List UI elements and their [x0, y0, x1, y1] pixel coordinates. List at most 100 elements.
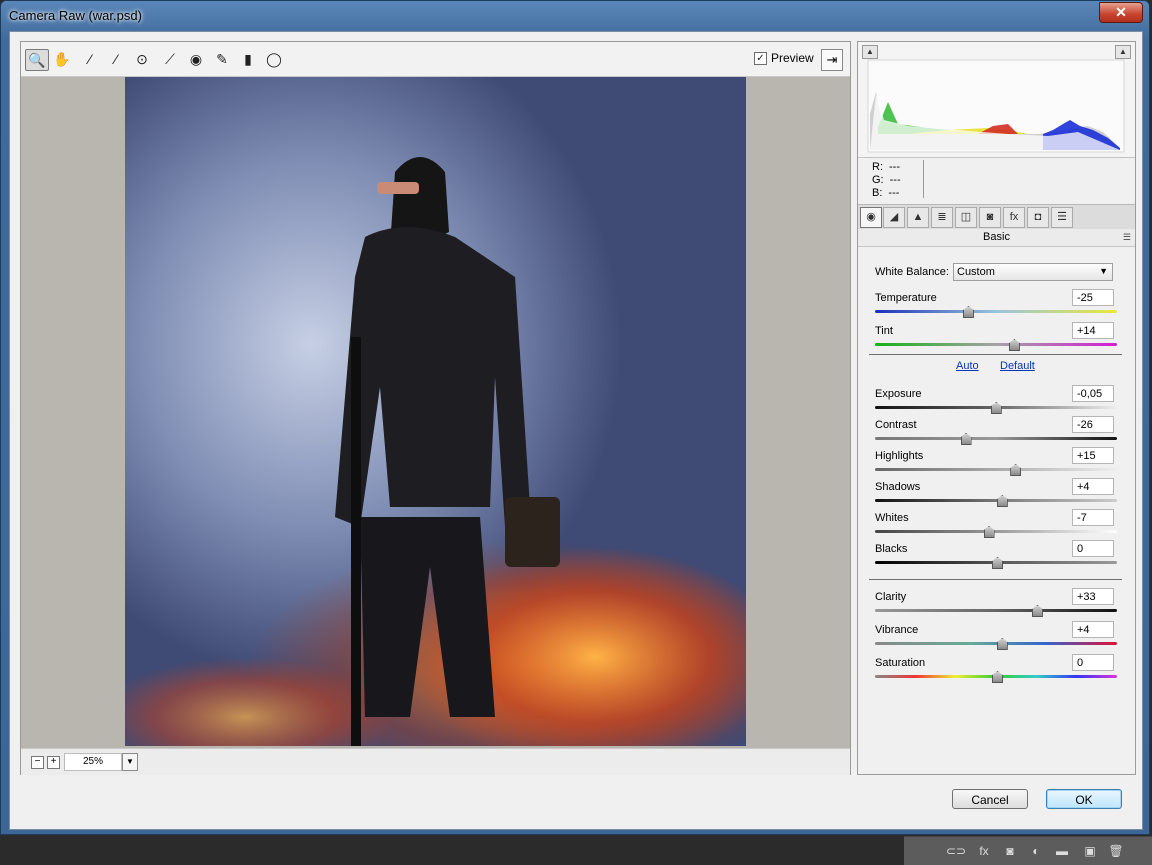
graduated-filter-icon: ▮	[244, 51, 252, 67]
white-balance-row: White Balance: Custom ▼	[875, 262, 1120, 282]
section-divider	[869, 354, 1122, 355]
panel-menu-icon[interactable]: ☰	[1123, 229, 1131, 246]
radial-filter-icon: ◯	[266, 51, 282, 67]
g-value: ---	[889, 174, 901, 186]
blacks-value-field[interactable]: 0	[1072, 540, 1114, 557]
contrast-value-field[interactable]: -26	[1072, 416, 1114, 433]
saturation-value-field[interactable]: 0	[1072, 654, 1114, 671]
clarity-track[interactable]	[875, 609, 1117, 612]
tab-split-toning[interactable]: ◫	[955, 207, 977, 228]
contrast-track[interactable]	[875, 437, 1117, 440]
radial-filter-tool[interactable]: ◯	[263, 49, 285, 69]
whites-label: Whites	[875, 512, 909, 524]
blacks-control: Blacks 0	[875, 540, 1117, 575]
tint-value-field[interactable]: +14	[1072, 322, 1114, 339]
fullscreen-icon: ⇥	[826, 52, 838, 67]
tint-track[interactable]	[875, 343, 1117, 346]
tab-detail[interactable]: ▲	[907, 207, 929, 228]
blacks-slider-thumb[interactable]	[992, 557, 1003, 569]
ok-button[interactable]: OK	[1046, 789, 1122, 809]
highlights-slider-thumb[interactable]	[1010, 464, 1022, 476]
temperature-value-field[interactable]: -25	[1072, 289, 1114, 306]
preview-toggle[interactable]: ✓ Preview	[754, 51, 814, 65]
tab-presets[interactable]: ☰	[1051, 207, 1073, 228]
b-label: B:	[872, 187, 883, 199]
graduated-filter-tool[interactable]: ▮	[237, 49, 259, 69]
tint-slider-thumb[interactable]	[1008, 339, 1020, 351]
adjustment-layer-icon[interactable]: ◐	[1028, 843, 1044, 859]
status-bar: − + 25% ▼	[21, 748, 850, 775]
exposure-value-field[interactable]: -0,05	[1072, 385, 1114, 402]
clarity-value-field[interactable]: +33	[1072, 588, 1114, 605]
default-link[interactable]: Default	[1000, 360, 1035, 372]
new-layer-icon[interactable]: ▣	[1082, 843, 1098, 859]
tool-bar: 🔍 ✋ ⁄ ⁄ ⊙ ⟋ ◉ ✎ ▮ ◯ ✓ Preview ⇥	[21, 42, 850, 77]
white-balance-tool[interactable]: ⁄	[79, 49, 101, 69]
whites-value-field[interactable]: -7	[1072, 509, 1114, 526]
photoshop-layers-footer: ⊂⊃ fx ◙ ◐ ▬ ▣ 🗑	[904, 836, 1152, 865]
adjustment-brush-tool[interactable]: ✎	[211, 49, 233, 69]
close-button[interactable]: ✕	[1099, 2, 1143, 23]
hand-tool[interactable]: ✋	[51, 49, 73, 69]
temperature-label: Temperature	[875, 292, 937, 304]
tint-control: Tint +14	[875, 322, 1117, 357]
delete-layer-icon[interactable]: 🗑	[1108, 843, 1124, 859]
red-eye-tool[interactable]: ◉	[185, 49, 207, 69]
chevron-down-icon: ▼	[1099, 266, 1108, 276]
contrast-slider-thumb[interactable]	[960, 433, 972, 445]
tab-hsl[interactable]: ≣	[931, 207, 953, 228]
panel-tabs: ◉ ◢ ▲ ≣ ◫ ◙ fx ◘ ☰	[858, 204, 1135, 230]
shadows-value-field[interactable]: +4	[1072, 478, 1114, 495]
saturation-slider-thumb[interactable]	[992, 671, 1003, 683]
adjustments-panel: ▲ ▲ R: --- G: --- B: --- ◉ ◢ ▲ ≣ ◫ ◙ fx …	[857, 41, 1136, 775]
rgb-readout: R: --- G: --- B: ---	[858, 158, 1135, 202]
image-canvas[interactable]	[21, 77, 850, 747]
highlights-track[interactable]	[875, 468, 1117, 471]
targeted-adjustment-tool[interactable]: ⊙	[131, 49, 153, 69]
temperature-track[interactable]	[875, 310, 1117, 313]
zoom-tool[interactable]: 🔍	[25, 49, 49, 71]
cancel-button[interactable]: Cancel	[952, 789, 1028, 809]
preview-panel: 🔍 ✋ ⁄ ⁄ ⊙ ⟋ ◉ ✎ ▮ ◯ ✓ Preview ⇥ − + 25% …	[20, 41, 851, 775]
color-sampler-tool[interactable]: ⁄	[105, 49, 127, 69]
tab-tone-curve[interactable]: ◢	[883, 207, 905, 228]
vibrance-track[interactable]	[875, 642, 1117, 645]
histogram-graph	[867, 59, 1125, 153]
preview-image	[125, 77, 746, 746]
whites-slider-thumb[interactable]	[983, 526, 995, 538]
window-title: Camera Raw (war.psd)	[9, 8, 142, 23]
clarity-slider-thumb[interactable]	[1031, 605, 1043, 617]
highlights-value-field[interactable]: +15	[1072, 447, 1114, 464]
contrast-label: Contrast	[875, 419, 917, 431]
fullscreen-button[interactable]: ⇥	[821, 49, 843, 71]
zoom-out-button[interactable]: −	[31, 756, 44, 769]
whites-track[interactable]	[875, 530, 1117, 533]
target-icon: ⊙	[136, 51, 148, 67]
tab-lens-corrections[interactable]: ◙	[979, 207, 1001, 228]
shadows-track[interactable]	[875, 499, 1117, 502]
tab-basic[interactable]: ◉	[860, 207, 882, 228]
r-value: ---	[889, 161, 900, 173]
zoom-dropdown-button[interactable]: ▼	[122, 753, 138, 771]
straighten-tool[interactable]: ⟋	[159, 49, 181, 69]
layer-mask-icon[interactable]: ◙	[1002, 843, 1018, 859]
temperature-control: Temperature -25	[875, 289, 1117, 324]
vibrance-label: Vibrance	[875, 624, 919, 636]
tab-effects[interactable]: fx	[1003, 207, 1025, 228]
soldier-figure	[125, 157, 746, 746]
shadows-slider-thumb[interactable]	[996, 495, 1008, 507]
exposure-slider-thumb[interactable]	[990, 402, 1002, 414]
white-balance-select[interactable]: Custom ▼	[953, 263, 1113, 281]
vibrance-value-field[interactable]: +4	[1072, 621, 1114, 638]
auto-link[interactable]: Auto	[956, 360, 979, 372]
zoom-in-button[interactable]: +	[47, 756, 60, 769]
color-sampler-icon: ⁄	[114, 51, 118, 67]
preview-checkbox[interactable]: ✓	[754, 51, 767, 65]
temperature-slider-thumb[interactable]	[962, 306, 974, 318]
new-group-icon[interactable]: ▬	[1054, 843, 1070, 859]
vibrance-slider-thumb[interactable]	[996, 638, 1008, 650]
layer-style-icon[interactable]: fx	[976, 843, 992, 859]
tab-camera-calibration[interactable]: ◘	[1027, 207, 1049, 228]
zoom-level-field[interactable]: 25%	[64, 753, 122, 771]
link-layers-icon[interactable]: ⊂⊃	[946, 843, 966, 859]
